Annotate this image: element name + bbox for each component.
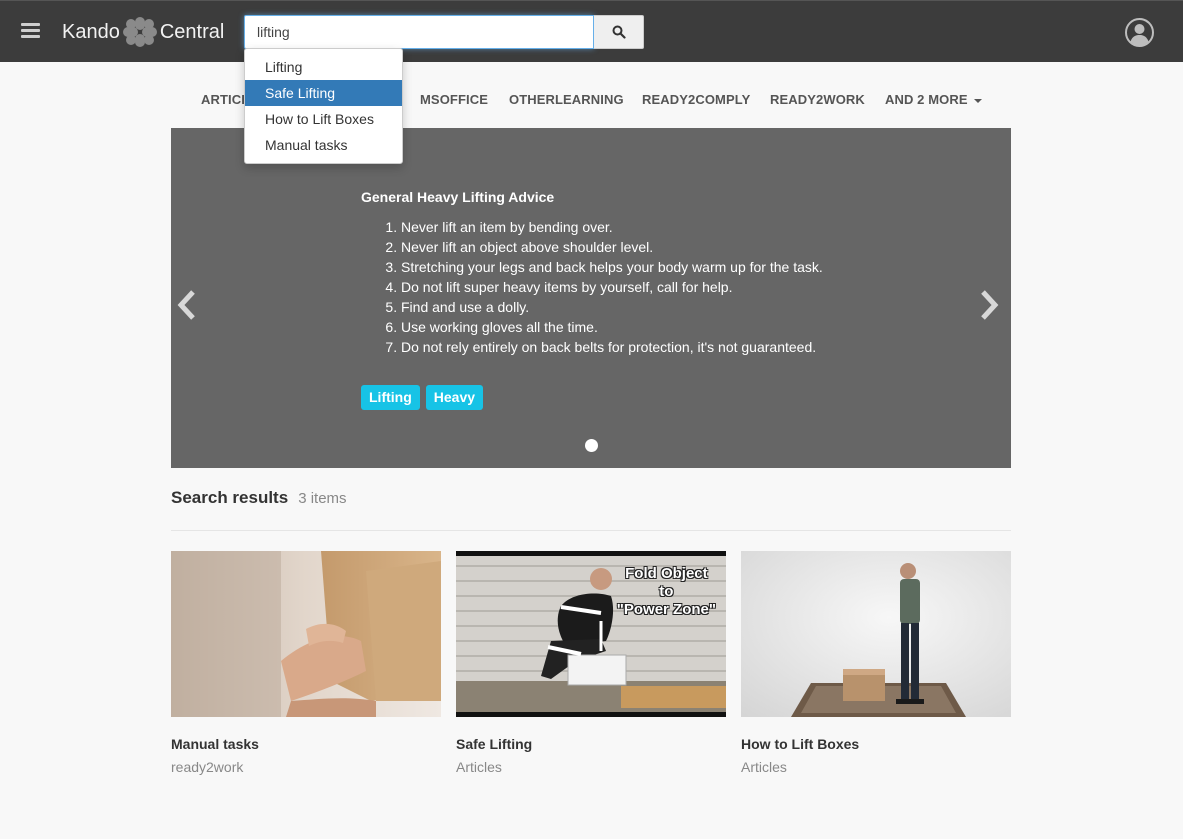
results-title: Search results: [171, 488, 289, 507]
results-header: Search results 3 items: [171, 488, 347, 508]
search-input[interactable]: [244, 15, 594, 49]
result-card-safe-lifting[interactable]: Fold Object to "Power Zone" Safe Lifting…: [456, 551, 726, 775]
category-otherlearning[interactable]: OTHERLEARNING: [509, 92, 624, 107]
search-suggestions: Lifting Safe Lifting How to Lift Boxes Manu…: [244, 48, 403, 164]
chevron-right-icon[interactable]: [978, 288, 1002, 322]
card-subtitle: Articles: [456, 759, 502, 775]
featured-carousel: General Heavy Lifting Advice Never lift …: [171, 128, 1011, 468]
thumbnail-safe-lifting: Fold Object to "Power Zone": [456, 551, 726, 717]
brand-logo[interactable]: Kando Central: [62, 17, 224, 47]
card-title[interactable]: Safe Lifting: [456, 736, 726, 752]
divider: [171, 530, 1011, 531]
advice-list: Never lift an item by bending over.Never…: [385, 217, 825, 357]
tag-list: Lifting Heavy: [361, 385, 484, 410]
overlay-line: Fold Object: [625, 565, 708, 582]
suggestion-item[interactable]: Safe Lifting: [245, 80, 402, 106]
suggestion-item[interactable]: How to Lift Boxes: [245, 106, 402, 132]
search-button[interactable]: [594, 15, 644, 49]
advice-item: Never lift an item by bending over.: [401, 217, 825, 237]
category-more-label: AND 2 MORE: [885, 92, 968, 107]
carousel-indicator[interactable]: [585, 439, 598, 452]
overlay-line: "Power Zone": [616, 601, 716, 618]
card-subtitle: Articles: [741, 759, 787, 775]
user-avatar-icon[interactable]: [1125, 18, 1154, 47]
advice-item: Use working gloves all the time.: [401, 317, 825, 337]
category-nav: ARTICLES MSOFFICE OTHERLEARNING READY2CO…: [0, 92, 1183, 110]
advice-item: Do not lift super heavy items by yoursel…: [401, 277, 825, 297]
kando-logo-icon: [122, 17, 157, 47]
search-bar: [244, 15, 644, 49]
top-bar: Kando Central: [0, 0, 1183, 62]
suggestion-item[interactable]: Manual tasks: [245, 132, 402, 158]
overlay-line: to: [659, 583, 674, 600]
category-msoffice[interactable]: MSOFFICE: [420, 92, 488, 107]
thumbnail-manual-tasks: [171, 551, 441, 717]
tag-heavy[interactable]: Heavy: [425, 385, 484, 410]
advice-item: Find and use a dolly.: [401, 297, 825, 317]
results-count: 3 items: [298, 490, 347, 507]
chevron-left-icon[interactable]: [174, 288, 198, 322]
caret-down-icon: [973, 98, 982, 103]
card-title[interactable]: Manual tasks: [171, 736, 441, 752]
advice-item: Stretching your legs and back helps your…: [401, 257, 825, 277]
card-subtitle: ready2work: [171, 759, 244, 775]
thumbnail-overlay-text: Fold Object to "Power Zone": [617, 565, 716, 619]
advice-item: Do not rely entirely on back belts for p…: [401, 337, 825, 357]
tag-lifting[interactable]: Lifting: [361, 385, 420, 410]
thumbnail-how-to-lift-boxes: [741, 551, 1011, 717]
hamburger-icon[interactable]: [21, 23, 40, 39]
carousel-title: General Heavy Lifting Advice: [361, 189, 555, 205]
category-ready2comply[interactable]: READY2COMPLY: [642, 92, 750, 107]
brand-left-text: Kando: [62, 20, 120, 43]
brand-right-text: Central: [159, 20, 225, 43]
category-ready2work[interactable]: READY2WORK: [770, 92, 865, 107]
category-more-dropdown[interactable]: AND 2 MORE: [885, 92, 982, 107]
result-card-manual-tasks[interactable]: Manual tasks ready2work: [171, 551, 441, 775]
advice-item: Never lift an object above shoulder leve…: [401, 237, 825, 257]
result-card-how-to-lift-boxes[interactable]: How to Lift Boxes Articles: [741, 551, 1011, 775]
suggestion-item[interactable]: Lifting: [245, 54, 402, 80]
search-icon: [612, 25, 626, 39]
card-title[interactable]: How to Lift Boxes: [741, 736, 1011, 752]
